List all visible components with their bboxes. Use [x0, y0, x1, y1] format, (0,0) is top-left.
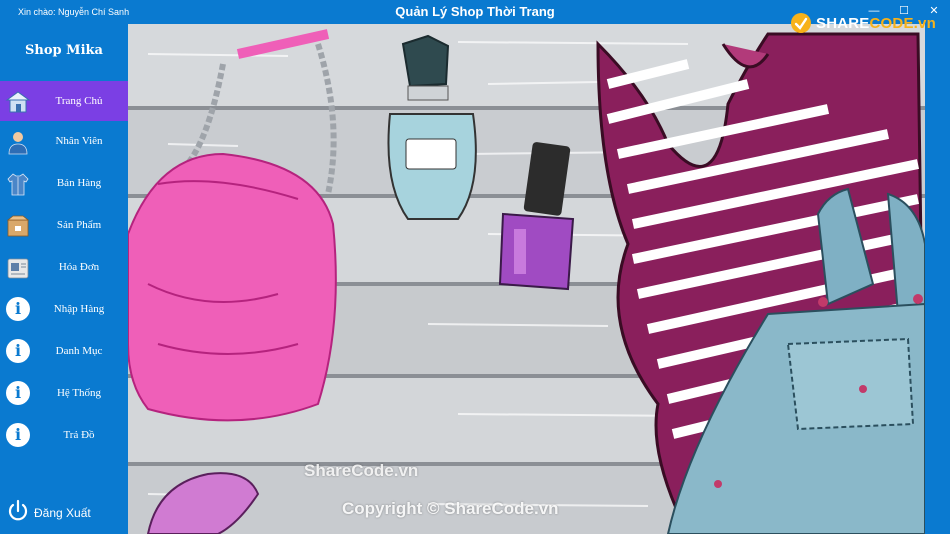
sidebar-item-returns[interactable]: i Trả Đồ	[0, 415, 128, 457]
employee-icon	[8, 132, 28, 155]
shirt-icon	[7, 173, 29, 196]
sidebar-item-label: Nhân Viên	[55, 135, 103, 147]
sidebar-nav: Trang Chủ Nhân Viên Bán Hàng Sản Phẩm Hó…	[0, 81, 128, 457]
watermark-copyright: Copyright © ShareCode.vn	[342, 499, 559, 518]
home-banner: ShareCode.vn Copyright © ShareCode.vn	[128, 24, 925, 534]
sidebar-item-sales[interactable]: Bán Hàng	[0, 163, 128, 205]
info-icon: i	[6, 423, 30, 447]
sidebar-item-label: Nhập Hàng	[53, 303, 105, 315]
sharecode-logo-icon	[791, 13, 811, 33]
sidebar-item-home[interactable]: Trang Chủ	[0, 81, 128, 121]
logo-text-part2: CODE.vn	[869, 14, 936, 32]
fashion-illustration	[128, 24, 925, 534]
sidebar: Shop Mika Trang Chủ Nhân Viên Bán Hàng S…	[0, 24, 128, 534]
sidebar-item-import[interactable]: i Nhập Hàng	[0, 289, 128, 331]
sidebar-item-invoices[interactable]: Hóa Đơn	[0, 247, 128, 289]
sidebar-item-label: Sản Phẩm	[56, 219, 102, 231]
box-icon	[6, 215, 30, 237]
info-icon: i	[6, 297, 30, 321]
power-icon	[8, 499, 28, 521]
invoice-icon	[7, 258, 29, 279]
sharecode-logo-text: SHARECODE.vn	[816, 15, 936, 32]
sidebar-item-employees[interactable]: Nhân Viên	[0, 121, 128, 163]
sidebar-item-label: Hệ Thống	[56, 387, 102, 399]
sidebar-item-products[interactable]: Sản Phẩm	[0, 205, 128, 247]
sidebar-item-categories[interactable]: i Danh Mục	[0, 331, 128, 373]
sidebar-item-label: Trả Đồ	[63, 429, 95, 441]
home-icon	[5, 91, 31, 113]
sidebar-item-system[interactable]: i Hệ Thống	[0, 373, 128, 415]
sidebar-item-label: Trang Chủ	[55, 95, 103, 107]
sidebar-item-label: Bán Hàng	[56, 177, 102, 189]
brand-name: Shop Mika	[25, 43, 103, 58]
logo-text-part1: SHARE	[816, 14, 870, 32]
watermark-site: ShareCode.vn	[304, 461, 419, 480]
sidebar-item-label: Hóa Đơn	[58, 261, 100, 273]
sidebar-item-label: Danh Mục	[55, 345, 103, 357]
info-icon: i	[6, 381, 30, 405]
sharecode-logo: SHARECODE.vn	[790, 10, 936, 36]
logout-label: Đăng Xuất	[34, 506, 91, 520]
logout-button[interactable]: Đăng Xuất	[6, 499, 124, 525]
info-icon: i	[6, 339, 30, 363]
